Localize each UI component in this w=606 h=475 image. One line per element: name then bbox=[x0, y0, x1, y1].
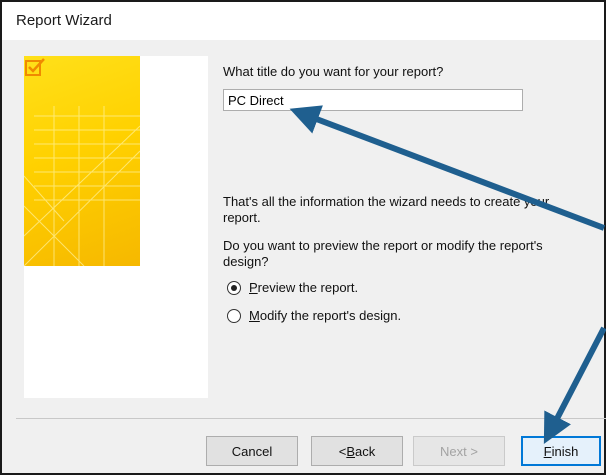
info-text-line2: report. bbox=[223, 210, 261, 225]
report-wizard-window: Report Wizard What title do you want for… bbox=[0, 0, 606, 475]
window-title: Report Wizard bbox=[16, 12, 112, 29]
preview-report-label[interactable]: Preview the report. bbox=[249, 280, 358, 295]
finish-button[interactable]: Finish bbox=[521, 436, 601, 466]
preview-question-line2: design? bbox=[223, 254, 269, 269]
info-text-line1: That's all the information the wizard ne… bbox=[223, 194, 550, 209]
back-button[interactable]: < Back bbox=[311, 436, 403, 466]
wizard-art-image bbox=[24, 56, 140, 266]
modify-design-label[interactable]: Modify the report's design. bbox=[249, 308, 401, 323]
next-button[interactable]: Next > bbox=[413, 436, 505, 466]
checkbox-check-icon bbox=[25, 58, 45, 76]
preview-report-radio[interactable] bbox=[227, 280, 241, 295]
preview-question-line1: Do you want to preview the report or mod… bbox=[223, 238, 543, 253]
wizard-art-pattern bbox=[24, 106, 140, 266]
wizard-image-panel bbox=[24, 56, 208, 398]
title-bar: Report Wizard bbox=[2, 2, 604, 40]
title-question-label: What title do you want for your report? bbox=[223, 64, 444, 79]
preview-report-option[interactable]: Preview the report. bbox=[227, 280, 358, 295]
button-divider bbox=[16, 418, 606, 419]
modify-design-radio[interactable] bbox=[227, 308, 241, 323]
modify-design-option[interactable]: Modify the report's design. bbox=[227, 308, 401, 323]
report-title-input[interactable] bbox=[223, 89, 523, 111]
cancel-button[interactable]: Cancel bbox=[206, 436, 298, 466]
